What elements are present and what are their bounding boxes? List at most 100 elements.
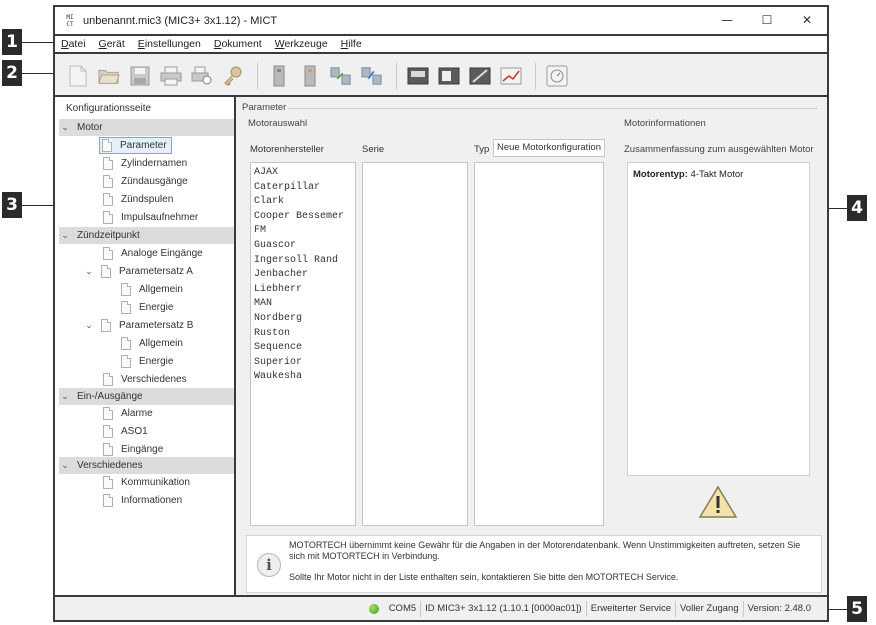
chevron-down-icon[interactable]: ⌄ [83,321,95,331]
tree-item-label: ASO1 [121,426,148,437]
tree-item-label: Zylindernamen [121,158,188,169]
manufacturer-list-item[interactable]: Sequence [251,341,355,356]
tree-item-impulsaufnehmer[interactable]: Impulsaufnehmer [103,209,198,226]
chevron-down-icon[interactable]: ⌄ [59,123,71,133]
manufacturer-list-item[interactable]: FM [251,224,355,239]
tree-item-zylindernamen[interactable]: Zylindernamen [103,155,187,172]
chevron-down-icon[interactable]: ⌄ [59,461,71,471]
tree-item-verschiedenes[interactable]: Verschiedenes [103,371,187,388]
manufacturer-list[interactable]: AJAX Caterpillar Clark Cooper Bessemer FM Gua… [250,162,356,526]
tree-item-parametersatz-b[interactable]: ⌄ Parametersatz B [83,317,193,334]
warning-button[interactable] [695,483,741,521]
document-icon [103,494,113,507]
manufacturer-list-item[interactable]: Guascor [251,239,355,254]
toolbar-separator [535,62,536,89]
series-list[interactable] [362,162,468,526]
window-icon[interactable] [438,65,460,87]
chevron-down-icon[interactable]: ⌄ [83,267,95,277]
tree-item-label: Verschiedenes [121,374,187,385]
save-icon[interactable] [129,65,151,87]
tree-item-label: Eingänge [121,444,164,455]
menu-hilfe[interactable]: Hilfe [341,38,362,50]
tree-item-parametersatz-a[interactable]: ⌄ Parametersatz A [83,263,193,280]
transfer-upload-icon[interactable] [330,65,352,87]
tree-item-label: Parametersatz B [119,320,194,331]
notice-line-3: Sollte Ihr Motor nicht in der Liste enth… [289,572,679,582]
manufacturer-list-item[interactable]: Waukesha [251,370,355,385]
transfer-download-icon[interactable] [361,65,383,87]
tree-item-allgemein-a[interactable]: Allgemein [121,281,183,298]
open-folder-icon[interactable] [98,65,120,87]
type-list[interactable] [474,162,604,526]
callout-1-leader [22,42,55,43]
tree-group-motor[interactable]: ⌄ Motor [59,119,234,136]
print-preview-icon[interactable] [191,65,213,87]
tree-item-parameter[interactable]: Parameter [99,137,172,154]
chart-icon[interactable] [500,65,522,87]
status-version: Version: 2.48.0 [747,602,811,614]
tree-item-kommunikation[interactable]: Kommunikation [103,474,190,491]
chevron-down-icon[interactable]: ⌄ [59,392,71,402]
connection-status-led [368,603,379,614]
manufacturer-list-item[interactable]: Liebherr [251,283,355,298]
tree-item-label: Energie [139,302,174,313]
tree-item-allgemein-b[interactable]: Allgemein [121,335,183,352]
close-button[interactable]: ✕ [787,7,827,34]
menu-datei[interactable]: Datei [61,38,86,50]
tree-group-label: Motor [77,122,103,133]
section-divider [288,108,818,109]
tree-item-zuendspulen[interactable]: Zündspulen [103,191,173,208]
menu-geraet[interactable]: Gerät [99,38,125,50]
menu-einstellungen[interactable]: Einstellungen [138,38,201,50]
chevron-down-icon[interactable]: ⌄ [59,231,71,241]
monitor-icon[interactable] [407,65,429,87]
document-icon [103,425,113,438]
new-motor-config-button[interactable]: Neue Motorkonfiguration [493,139,605,157]
manufacturer-list-item[interactable]: Jenbacher [251,268,355,283]
tree-item-label: Zündausgänge [121,176,188,187]
motor-type-value: 4-Takt Motor [690,169,744,180]
manufacturer-list-item[interactable]: Ingersoll Rand [251,254,355,269]
manufacturer-list-item[interactable]: Clark [251,195,355,210]
new-file-icon[interactable] [67,65,89,87]
tree-item-energie-a[interactable]: Energie [121,299,173,316]
tree-item-energie-b[interactable]: Energie [121,353,173,370]
device-connect-icon[interactable] [299,65,321,87]
tree-item-analoge-eingaenge[interactable]: Analoge Eingänge [103,245,203,262]
tree-item-aso1[interactable]: ASO1 [103,423,148,440]
serie-header: Serie [362,144,385,155]
tree-group-zuendzeitpunkt[interactable]: ⌄ Zündzeitpunkt [59,227,234,244]
tree-item-zuendausgaenge[interactable]: Zündausgänge [103,173,188,190]
manufacturer-list-item[interactable]: Caterpillar [251,181,355,196]
device-disconnect-icon[interactable] [268,65,290,87]
document-icon [121,337,131,350]
info-icon: i [257,553,281,577]
print-icon[interactable] [160,65,182,87]
manufacturer-list-item[interactable]: Nordberg [251,312,355,327]
key-icon[interactable] [222,65,244,87]
tree-group-label: Zündzeitpunkt [77,230,140,241]
menu-dokument[interactable]: Dokument [214,38,262,50]
gauge-icon[interactable] [546,65,568,87]
maximize-button[interactable]: ☐ [747,7,787,34]
manufacturer-list-item[interactable]: MAN [251,297,355,312]
manufacturer-list-item[interactable]: Cooper Bessemer [251,210,355,225]
tree-group-verschiedenes[interactable]: ⌄ Verschiedenes [59,457,234,474]
document-icon [103,373,113,386]
tree-item-informationen[interactable]: Informationen [103,492,182,509]
tree-item-alarme[interactable]: Alarme [103,405,153,422]
callout-1: 1 [2,29,22,55]
manufacturer-list-item[interactable]: Superior [251,356,355,371]
manufacturer-list-item[interactable]: Ruston [251,327,355,342]
config-tree-panel: Konfigurationsseite ⌄ Motor Parameter Zy… [55,97,236,597]
tree-group-ein-ausgaenge[interactable]: ⌄ Ein-/Ausgänge [59,388,234,405]
diagonal-view-icon[interactable] [469,65,491,87]
manufacturer-list-item[interactable]: AJAX [251,166,355,181]
tree-item-eingaenge[interactable]: Eingänge [103,441,163,458]
document-icon [103,247,113,260]
tree-item-label: Parametersatz A [119,266,193,277]
document-icon [101,319,111,332]
tree-item-label: Impulsaufnehmer [121,212,199,223]
menu-werkzeuge[interactable]: Werkzeuge [275,38,328,50]
minimize-button[interactable]: — [707,7,747,34]
